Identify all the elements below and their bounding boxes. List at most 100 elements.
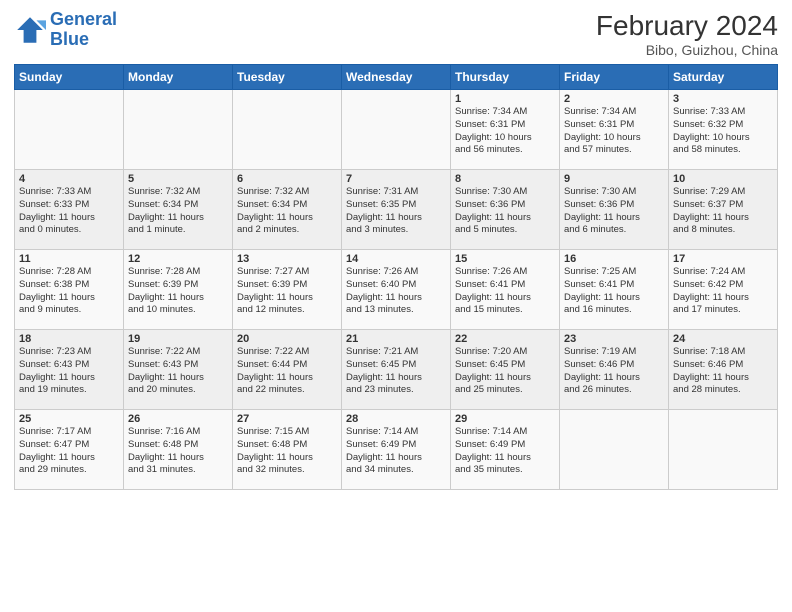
calendar-cell: 3Sunrise: 7:33 AM Sunset: 6:32 PM Daylig… bbox=[669, 90, 778, 170]
day-info: Sunrise: 7:19 AM Sunset: 6:46 PM Dayligh… bbox=[564, 346, 664, 397]
calendar-cell: 27Sunrise: 7:15 AM Sunset: 6:48 PM Dayli… bbox=[233, 410, 342, 490]
weekday-header-row: SundayMondayTuesdayWednesdayThursdayFrid… bbox=[15, 65, 778, 90]
calendar-cell: 22Sunrise: 7:20 AM Sunset: 6:45 PM Dayli… bbox=[451, 330, 560, 410]
calendar-week-3: 11Sunrise: 7:28 AM Sunset: 6:38 PM Dayli… bbox=[15, 250, 778, 330]
calendar-week-2: 4Sunrise: 7:33 AM Sunset: 6:33 PM Daylig… bbox=[15, 170, 778, 250]
day-number: 27 bbox=[237, 413, 337, 425]
day-info: Sunrise: 7:15 AM Sunset: 6:48 PM Dayligh… bbox=[237, 426, 337, 477]
calendar-cell bbox=[669, 410, 778, 490]
calendar-cell: 15Sunrise: 7:26 AM Sunset: 6:41 PM Dayli… bbox=[451, 250, 560, 330]
weekday-header-sunday: Sunday bbox=[15, 65, 124, 90]
day-info: Sunrise: 7:30 AM Sunset: 6:36 PM Dayligh… bbox=[564, 186, 664, 237]
page-container: General Blue February 2024 Bibo, Guizhou… bbox=[0, 0, 792, 496]
calendar-cell: 23Sunrise: 7:19 AM Sunset: 6:46 PM Dayli… bbox=[560, 330, 669, 410]
day-info: Sunrise: 7:22 AM Sunset: 6:44 PM Dayligh… bbox=[237, 346, 337, 397]
day-number: 26 bbox=[128, 413, 228, 425]
weekday-header-monday: Monday bbox=[124, 65, 233, 90]
day-number: 3 bbox=[673, 93, 773, 105]
day-number: 2 bbox=[564, 93, 664, 105]
day-number: 23 bbox=[564, 333, 664, 345]
calendar-cell: 26Sunrise: 7:16 AM Sunset: 6:48 PM Dayli… bbox=[124, 410, 233, 490]
page-title: February 2024 bbox=[596, 10, 778, 42]
day-info: Sunrise: 7:14 AM Sunset: 6:49 PM Dayligh… bbox=[455, 426, 555, 477]
day-info: Sunrise: 7:33 AM Sunset: 6:32 PM Dayligh… bbox=[673, 106, 773, 157]
calendar-cell: 28Sunrise: 7:14 AM Sunset: 6:49 PM Dayli… bbox=[342, 410, 451, 490]
weekday-header-wednesday: Wednesday bbox=[342, 65, 451, 90]
day-number: 28 bbox=[346, 413, 446, 425]
day-info: Sunrise: 7:22 AM Sunset: 6:43 PM Dayligh… bbox=[128, 346, 228, 397]
logo-icon bbox=[14, 14, 46, 46]
calendar-cell: 17Sunrise: 7:24 AM Sunset: 6:42 PM Dayli… bbox=[669, 250, 778, 330]
day-info: Sunrise: 7:28 AM Sunset: 6:38 PM Dayligh… bbox=[19, 266, 119, 317]
day-info: Sunrise: 7:32 AM Sunset: 6:34 PM Dayligh… bbox=[237, 186, 337, 237]
day-info: Sunrise: 7:28 AM Sunset: 6:39 PM Dayligh… bbox=[128, 266, 228, 317]
day-info: Sunrise: 7:27 AM Sunset: 6:39 PM Dayligh… bbox=[237, 266, 337, 317]
calendar-cell: 8Sunrise: 7:30 AM Sunset: 6:36 PM Daylig… bbox=[451, 170, 560, 250]
calendar-week-4: 18Sunrise: 7:23 AM Sunset: 6:43 PM Dayli… bbox=[15, 330, 778, 410]
day-info: Sunrise: 7:26 AM Sunset: 6:40 PM Dayligh… bbox=[346, 266, 446, 317]
day-info: Sunrise: 7:34 AM Sunset: 6:31 PM Dayligh… bbox=[455, 106, 555, 157]
calendar-cell: 29Sunrise: 7:14 AM Sunset: 6:49 PM Dayli… bbox=[451, 410, 560, 490]
calendar-cell: 11Sunrise: 7:28 AM Sunset: 6:38 PM Dayli… bbox=[15, 250, 124, 330]
calendar-cell: 4Sunrise: 7:33 AM Sunset: 6:33 PM Daylig… bbox=[15, 170, 124, 250]
day-number: 18 bbox=[19, 333, 119, 345]
calendar-cell bbox=[233, 90, 342, 170]
calendar-cell: 6Sunrise: 7:32 AM Sunset: 6:34 PM Daylig… bbox=[233, 170, 342, 250]
calendar-week-1: 1Sunrise: 7:34 AM Sunset: 6:31 PM Daylig… bbox=[15, 90, 778, 170]
day-info: Sunrise: 7:23 AM Sunset: 6:43 PM Dayligh… bbox=[19, 346, 119, 397]
day-number: 22 bbox=[455, 333, 555, 345]
day-info: Sunrise: 7:20 AM Sunset: 6:45 PM Dayligh… bbox=[455, 346, 555, 397]
day-info: Sunrise: 7:31 AM Sunset: 6:35 PM Dayligh… bbox=[346, 186, 446, 237]
day-number: 1 bbox=[455, 93, 555, 105]
day-number: 17 bbox=[673, 253, 773, 265]
day-number: 6 bbox=[237, 173, 337, 185]
calendar-cell: 16Sunrise: 7:25 AM Sunset: 6:41 PM Dayli… bbox=[560, 250, 669, 330]
page-subtitle: Bibo, Guizhou, China bbox=[596, 42, 778, 58]
day-info: Sunrise: 7:24 AM Sunset: 6:42 PM Dayligh… bbox=[673, 266, 773, 317]
day-number: 13 bbox=[237, 253, 337, 265]
calendar-cell: 1Sunrise: 7:34 AM Sunset: 6:31 PM Daylig… bbox=[451, 90, 560, 170]
day-info: Sunrise: 7:29 AM Sunset: 6:37 PM Dayligh… bbox=[673, 186, 773, 237]
weekday-header-saturday: Saturday bbox=[669, 65, 778, 90]
weekday-header-friday: Friday bbox=[560, 65, 669, 90]
day-info: Sunrise: 7:18 AM Sunset: 6:46 PM Dayligh… bbox=[673, 346, 773, 397]
day-info: Sunrise: 7:21 AM Sunset: 6:45 PM Dayligh… bbox=[346, 346, 446, 397]
day-number: 4 bbox=[19, 173, 119, 185]
weekday-header-tuesday: Tuesday bbox=[233, 65, 342, 90]
calendar-cell bbox=[342, 90, 451, 170]
day-info: Sunrise: 7:26 AM Sunset: 6:41 PM Dayligh… bbox=[455, 266, 555, 317]
day-info: Sunrise: 7:14 AM Sunset: 6:49 PM Dayligh… bbox=[346, 426, 446, 477]
day-info: Sunrise: 7:30 AM Sunset: 6:36 PM Dayligh… bbox=[455, 186, 555, 237]
calendar-cell bbox=[124, 90, 233, 170]
logo-line1: General bbox=[50, 9, 117, 29]
day-number: 16 bbox=[564, 253, 664, 265]
logo-text: General Blue bbox=[50, 10, 117, 50]
calendar-cell: 10Sunrise: 7:29 AM Sunset: 6:37 PM Dayli… bbox=[669, 170, 778, 250]
day-number: 7 bbox=[346, 173, 446, 185]
calendar-cell: 9Sunrise: 7:30 AM Sunset: 6:36 PM Daylig… bbox=[560, 170, 669, 250]
calendar-cell: 14Sunrise: 7:26 AM Sunset: 6:40 PM Dayli… bbox=[342, 250, 451, 330]
calendar-cell: 18Sunrise: 7:23 AM Sunset: 6:43 PM Dayli… bbox=[15, 330, 124, 410]
calendar-cell: 19Sunrise: 7:22 AM Sunset: 6:43 PM Dayli… bbox=[124, 330, 233, 410]
day-number: 19 bbox=[128, 333, 228, 345]
calendar-cell: 24Sunrise: 7:18 AM Sunset: 6:46 PM Dayli… bbox=[669, 330, 778, 410]
day-number: 21 bbox=[346, 333, 446, 345]
calendar-table: SundayMondayTuesdayWednesdayThursdayFrid… bbox=[14, 64, 778, 490]
calendar-cell bbox=[560, 410, 669, 490]
logo-line2: Blue bbox=[50, 29, 89, 49]
title-block: February 2024 Bibo, Guizhou, China bbox=[596, 10, 778, 58]
day-number: 9 bbox=[564, 173, 664, 185]
day-number: 25 bbox=[19, 413, 119, 425]
day-info: Sunrise: 7:33 AM Sunset: 6:33 PM Dayligh… bbox=[19, 186, 119, 237]
calendar-cell: 25Sunrise: 7:17 AM Sunset: 6:47 PM Dayli… bbox=[15, 410, 124, 490]
logo: General Blue bbox=[14, 10, 117, 50]
day-info: Sunrise: 7:16 AM Sunset: 6:48 PM Dayligh… bbox=[128, 426, 228, 477]
day-info: Sunrise: 7:17 AM Sunset: 6:47 PM Dayligh… bbox=[19, 426, 119, 477]
calendar-cell: 7Sunrise: 7:31 AM Sunset: 6:35 PM Daylig… bbox=[342, 170, 451, 250]
day-number: 11 bbox=[19, 253, 119, 265]
day-number: 8 bbox=[455, 173, 555, 185]
day-info: Sunrise: 7:34 AM Sunset: 6:31 PM Dayligh… bbox=[564, 106, 664, 157]
day-number: 5 bbox=[128, 173, 228, 185]
day-number: 14 bbox=[346, 253, 446, 265]
day-info: Sunrise: 7:32 AM Sunset: 6:34 PM Dayligh… bbox=[128, 186, 228, 237]
